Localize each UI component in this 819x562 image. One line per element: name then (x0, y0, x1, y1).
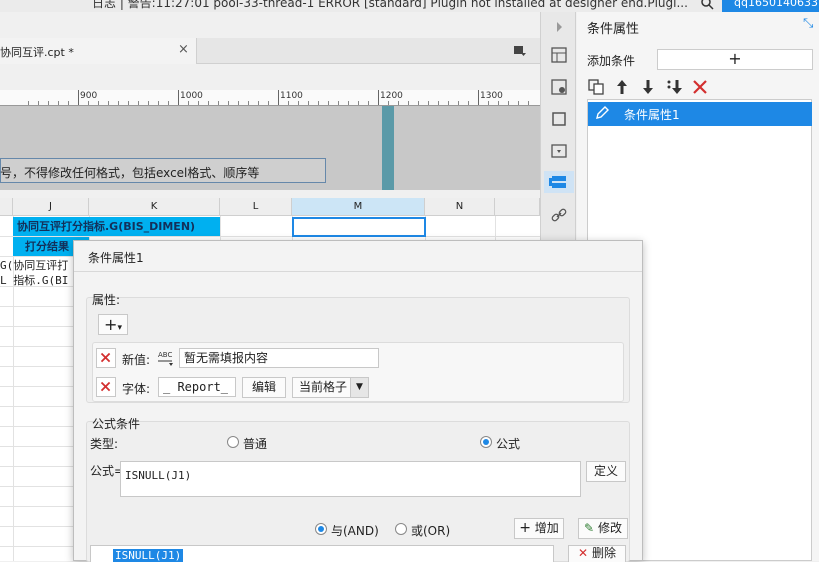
border-icon[interactable] (550, 110, 568, 128)
formula-input[interactable]: ISNULL(J1) (120, 461, 581, 497)
chevron-down-icon: ▼ (350, 378, 368, 397)
collapse-icon[interactable]: ⤡ (803, 16, 813, 31)
ruler-label: 1100 (280, 91, 303, 101)
column-header-j[interactable]: J (13, 198, 89, 216)
ruler-label: 900 (80, 91, 98, 101)
attribute-group-label: 属性: (92, 293, 121, 307)
ruler-label: 1300 (480, 91, 503, 101)
condition-dialog: 条件属性1 属性: +▾ 新值: ABC 暂无需填报内容 字体: _ Repor… (73, 240, 643, 562)
condition-list-label: 条件属性1 (624, 108, 680, 122)
column-header-l[interactable]: L (220, 198, 292, 216)
type-formula-radio[interactable] (480, 436, 492, 448)
modify-button-label: 修改 (597, 521, 622, 535)
scope-select[interactable]: 当前格子 ▼ (292, 377, 369, 398)
hyperlink-icon[interactable] (550, 206, 568, 224)
column-header-m[interactable]: M (292, 198, 425, 216)
column-header-gutter (0, 198, 13, 216)
search-icon[interactable] (700, 0, 714, 10)
logic-and-radio[interactable] (315, 523, 327, 535)
new-value-input[interactable]: 暂无需填报内容 (179, 348, 379, 368)
delete-icon (100, 381, 111, 392)
tab-file[interactable]: 协同互评.cpt * × (0, 38, 197, 64)
tab-menu-icon[interactable] (513, 44, 527, 58)
add-button-label: 增加 (534, 521, 559, 535)
panel-title: 条件属性 (587, 22, 640, 37)
font-label: 字体: (122, 382, 151, 396)
ruler: 900 1000 1100 1200 1300 (0, 90, 540, 106)
ruler-label: 1000 (180, 91, 203, 101)
type-normal-radio[interactable] (227, 436, 239, 448)
logic-or-label: 或(OR) (411, 524, 451, 538)
move-up-icon[interactable] (613, 78, 631, 96)
copy-icon[interactable] (587, 78, 605, 96)
add-condition-label: 添加条件 (587, 54, 636, 68)
text-type-icon[interactable]: ABC (156, 348, 176, 368)
delete-condition-button[interactable]: ✕ 删除 (568, 545, 626, 562)
cell-element-icon[interactable] (550, 46, 568, 64)
log-text: 日志 | 警告:11:27:01 pool-33-thread-1 ERROR … (92, 0, 688, 10)
modify-icon: ✎ (584, 521, 595, 535)
type-label: 类型: (90, 437, 119, 451)
condition-list-item[interactable]: 条件属性1 (588, 102, 812, 126)
condition-items-list: ISNULL(J1) (90, 545, 554, 562)
status-bar: 日志 | 警告:11:27:01 pool-33-thread-1 ERROR … (0, 0, 819, 12)
delete-button-label: 删除 (591, 546, 616, 560)
widget-icon[interactable] (550, 142, 568, 160)
move-down-icon[interactable] (639, 78, 657, 96)
column-header-n[interactable]: N (425, 198, 495, 216)
column-header-k[interactable]: K (89, 198, 220, 216)
formula-group-label: 公式条件 (92, 417, 141, 431)
new-value-label: 新值: (122, 353, 151, 367)
condition-item-selected[interactable]: ISNULL(J1) (113, 549, 184, 562)
expand-arrow-icon[interactable] (550, 18, 568, 36)
close-icon[interactable]: × (178, 42, 189, 57)
cell-attribute-icon[interactable] (550, 78, 568, 96)
edit-pencil-icon (596, 106, 609, 119)
add-condition-item-button[interactable]: + 增加 (514, 518, 564, 539)
note-text: 号，不得修改任何格式，包括excel格式、顺序等 (0, 166, 260, 180)
font-preview: _ Report_ (158, 377, 236, 397)
column-marker (382, 106, 394, 190)
plus-icon: + (104, 315, 118, 334)
ruler-label: 1200 (380, 91, 403, 101)
cell-header-indicator[interactable]: 协同互评打分指标.G(BIS_DIMEN) (13, 217, 220, 236)
modify-condition-button[interactable]: ✎ 修改 (578, 518, 628, 539)
logic-and-label: 与(AND) (331, 524, 379, 538)
formula-label: 公式= (90, 464, 125, 478)
svg-text:ABC: ABC (158, 351, 172, 359)
plus-icon: + (519, 520, 531, 536)
type-formula-label: 公式 (496, 437, 521, 451)
selected-cell-m1[interactable] (292, 217, 426, 237)
dialog-divider (74, 271, 642, 272)
define-button[interactable]: 定义 (586, 461, 626, 482)
cell-formula-2[interactable]: L 指标.G(BI (0, 272, 68, 288)
logic-or-radio[interactable] (395, 523, 407, 535)
remove-new-value-button[interactable] (96, 348, 116, 368)
cell-formula-1[interactable]: G(协同互评打 (0, 257, 68, 273)
delete-icon[interactable] (691, 78, 709, 96)
add-attribute-button[interactable]: +▾ (98, 314, 128, 335)
design-canvas[interactable]: 号，不得修改任何格式，包括excel格式、顺序等 (0, 106, 540, 190)
edit-font-button[interactable]: 编辑 (242, 377, 286, 398)
move-bottom-icon[interactable] (665, 78, 683, 96)
tab-file-label: 协同互评.cpt * (0, 46, 74, 59)
type-normal-label: 普通 (243, 437, 268, 451)
remove-font-button[interactable] (96, 377, 116, 397)
delete-icon (100, 352, 111, 363)
column-header-more (495, 198, 540, 216)
delete-icon: ✕ (578, 546, 589, 560)
user-badge[interactable]: qq1650140633 (722, 0, 819, 12)
scope-value: 当前格子 (299, 380, 348, 394)
add-condition-button[interactable]: + (657, 49, 813, 70)
dialog-title: 条件属性1 (88, 251, 144, 265)
condition-attribute-icon[interactable] (544, 171, 574, 193)
